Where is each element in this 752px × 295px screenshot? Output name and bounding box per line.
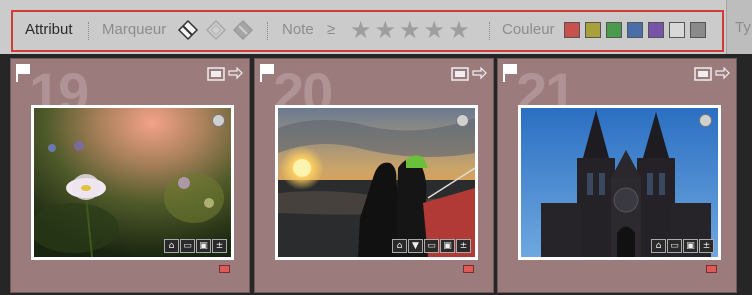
- separator: [88, 22, 90, 40]
- rating-filter-label: Note: [282, 21, 314, 38]
- color-filter-label: Couleur: [502, 21, 555, 38]
- rejected-filter-icon[interactable]: [232, 19, 254, 41]
- selection-circle[interactable]: [699, 114, 712, 127]
- collection-badge-icon[interactable]: ▭: [424, 239, 439, 253]
- custom-label-swatch[interactable]: [669, 22, 685, 38]
- crop-badge-icon[interactable]: ▣: [683, 239, 698, 253]
- library-filter-bar: Attribut Marqueur Note ≥ ★ ★ ★ ★ ★ Coule…: [0, 0, 752, 54]
- yellow-label-swatch[interactable]: [585, 22, 601, 38]
- flag-icon[interactable]: [502, 63, 518, 83]
- thumbnail-cathedral: ⌂ ▭ ▣ ±: [521, 108, 718, 257]
- thumbnail-frame[interactable]: ⌂ ▭ ▣ ±: [31, 105, 234, 260]
- separator: [267, 22, 269, 40]
- flag-icon[interactable]: [259, 63, 275, 83]
- grid-cell[interactable]: 21 ⌂ ▭ ▣ ±: [497, 58, 737, 293]
- grid-cell[interactable]: 19 ⌂ ▭ ▣ ±: [10, 58, 250, 293]
- rating-operator[interactable]: ≥: [327, 19, 335, 41]
- keyword-badge-icon[interactable]: ⌂: [651, 239, 666, 253]
- selection-circle[interactable]: [456, 114, 469, 127]
- red-label-swatch[interactable]: [564, 22, 580, 38]
- color-label-red: [706, 265, 717, 273]
- keyword-badge-icon[interactable]: ⌂: [392, 239, 407, 253]
- thumbnail-sunset-boat: ⌂ ▼ ▭ ▣ ±: [278, 108, 475, 257]
- color-label-red: [219, 265, 230, 273]
- rating-stars[interactable]: ★ ★ ★ ★ ★: [350, 18, 470, 42]
- thumbnail-badges: ⌂ ▼ ▭ ▣ ±: [392, 239, 471, 253]
- color-label-red: [463, 265, 474, 273]
- collection-badge-icon[interactable]: ▭: [180, 239, 195, 253]
- quick-collection-icons[interactable]: [694, 67, 730, 81]
- develop-badge-icon[interactable]: ±: [456, 239, 471, 253]
- blue-label-swatch[interactable]: [627, 22, 643, 38]
- separator: [489, 22, 491, 40]
- thumbnail-frame[interactable]: ⌂ ▼ ▭ ▣ ±: [275, 105, 478, 260]
- crop-badge-icon[interactable]: ▣: [196, 239, 211, 253]
- quick-collection-icons[interactable]: [451, 67, 487, 81]
- star-icon[interactable]: ★: [424, 18, 446, 42]
- develop-badge-icon[interactable]: ±: [699, 239, 714, 253]
- thumbnail-daisy: ⌂ ▭ ▣ ±: [34, 108, 231, 257]
- crop-badge-icon[interactable]: ▣: [440, 239, 455, 253]
- type-filter-label: Ty: [735, 19, 751, 36]
- selection-circle[interactable]: [212, 114, 225, 127]
- attribute-tab[interactable]: Attribut: [25, 19, 73, 41]
- thumbnail-badges: ⌂ ▭ ▣ ±: [164, 239, 227, 253]
- develop-badge-icon[interactable]: ±: [212, 239, 227, 253]
- unflagged-filter-icon[interactable]: [205, 19, 227, 41]
- star-icon[interactable]: ★: [399, 18, 421, 42]
- flagged-filter-icon[interactable]: [177, 19, 199, 41]
- green-label-swatch[interactable]: [606, 22, 622, 38]
- flag-icon[interactable]: [15, 63, 31, 83]
- thumbnail-frame[interactable]: ⌂ ▭ ▣ ±: [518, 105, 721, 260]
- quick-collection-icons[interactable]: [207, 67, 243, 81]
- flag-filter-label: Marqueur: [102, 21, 167, 38]
- star-icon[interactable]: ★: [375, 18, 397, 42]
- star-icon[interactable]: ★: [350, 18, 372, 42]
- thumbnail-grid: 19 ⌂ ▭ ▣ ± 20 ⌂ ▼ ▭ ▣ ± 21 ⌂ ▭ ▣ ±: [0, 54, 752, 295]
- purple-label-swatch[interactable]: [648, 22, 664, 38]
- type-filter-tab[interactable]: Ty: [726, 0, 752, 54]
- star-icon[interactable]: ★: [448, 18, 470, 42]
- grid-cell[interactable]: 20 ⌂ ▼ ▭ ▣ ±: [254, 58, 494, 293]
- thumbnail-badges: ⌂ ▭ ▣ ±: [651, 239, 714, 253]
- comment-badge-icon[interactable]: ▼: [408, 239, 423, 253]
- keyword-badge-icon[interactable]: ⌂: [164, 239, 179, 253]
- no-label-swatch[interactable]: [690, 22, 706, 38]
- collection-badge-icon[interactable]: ▭: [667, 239, 682, 253]
